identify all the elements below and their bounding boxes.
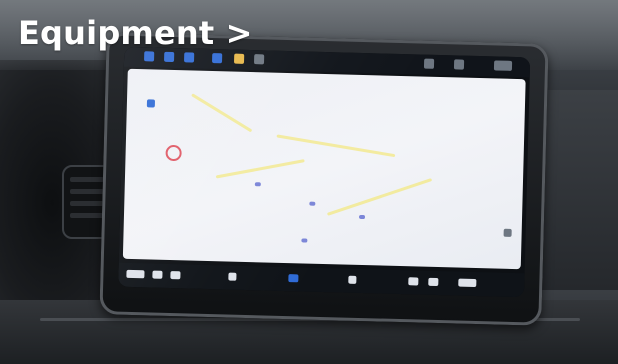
vent-slat bbox=[70, 177, 104, 182]
infotainment-display bbox=[99, 32, 549, 326]
screen-glare bbox=[118, 46, 531, 298]
vent-slat bbox=[70, 201, 104, 206]
car-interior-photo: Equipment > bbox=[0, 0, 618, 364]
display-screen bbox=[118, 46, 531, 298]
equipment-link[interactable]: Equipment > bbox=[18, 14, 253, 52]
vent-slat bbox=[70, 189, 104, 194]
vent-slat bbox=[70, 213, 104, 218]
